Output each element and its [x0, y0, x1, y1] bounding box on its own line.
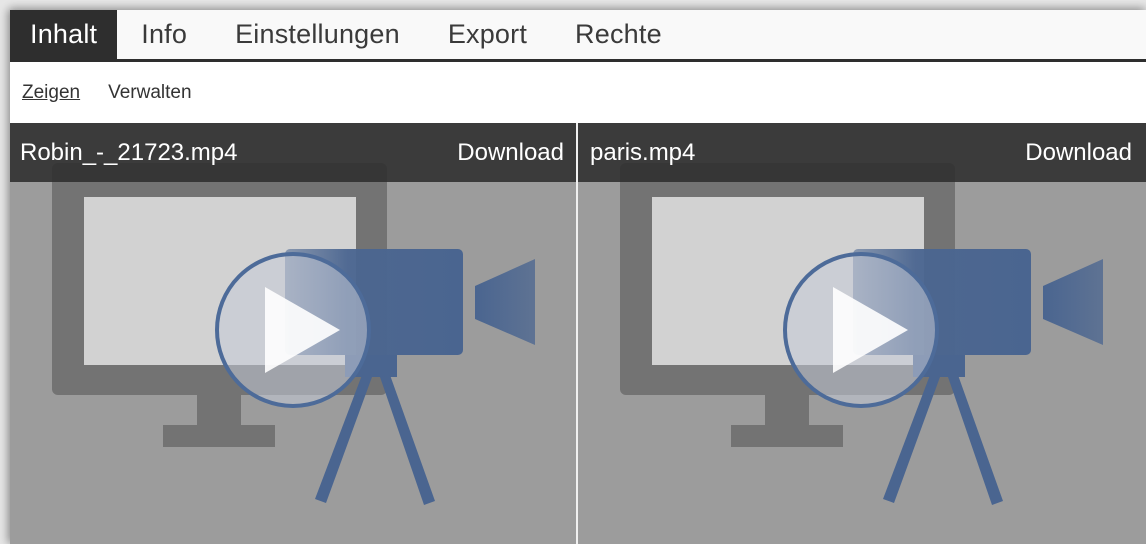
media-card-header: Robin_-_21723.mp4 Download — [10, 123, 576, 182]
tab-export[interactable]: Export — [424, 10, 551, 59]
video-thumbnail-icon[interactable] — [578, 123, 1144, 544]
file-name[interactable]: Robin_-_21723.mp4 — [20, 139, 238, 167]
download-link[interactable]: Download — [457, 139, 564, 167]
main-tab-bar: Inhalt Info Einstellungen Export Rechte — [10, 10, 1146, 62]
video-thumbnail-icon[interactable] — [10, 123, 576, 544]
subnav-show-link[interactable]: Zeigen — [22, 82, 80, 104]
media-card[interactable]: Robin_-_21723.mp4 Download — [10, 123, 576, 544]
tab-einstellungen[interactable]: Einstellungen — [211, 10, 424, 59]
content-window: Inhalt Info Einstellungen Export Rechte … — [10, 10, 1146, 544]
file-name[interactable]: paris.mp4 — [590, 139, 695, 167]
sub-navigation: Zeigen Verwalten — [10, 62, 1146, 123]
media-grid: Robin_-_21723.mp4 Download paris.mp4 Dow… — [10, 123, 1146, 544]
tab-info[interactable]: Info — [117, 10, 211, 59]
tab-rechte[interactable]: Rechte — [551, 10, 686, 59]
tab-inhalt[interactable]: Inhalt — [10, 10, 118, 59]
subnav-manage-link[interactable]: Verwalten — [108, 82, 191, 104]
download-link[interactable]: Download — [1025, 139, 1132, 167]
media-card[interactable]: paris.mp4 Download — [576, 123, 1146, 544]
media-card-header: paris.mp4 Download — [578, 123, 1146, 182]
